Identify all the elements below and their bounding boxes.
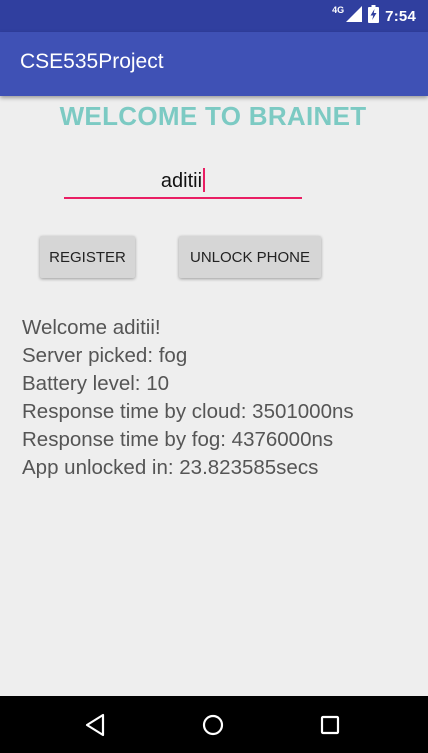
recents-icon[interactable] bbox=[315, 710, 345, 740]
text-cursor bbox=[203, 168, 206, 192]
name-input-value[interactable]: aditii bbox=[161, 170, 202, 192]
name-input[interactable]: aditii bbox=[64, 166, 302, 200]
status-icons: 4G 7:54 bbox=[332, 4, 416, 28]
cloud-response-time-text: Response time by cloud: 3501000ns bbox=[22, 400, 354, 423]
navigation-bar bbox=[0, 696, 428, 753]
name-input-value-row[interactable]: aditii bbox=[64, 168, 302, 193]
signal-icon bbox=[346, 5, 363, 27]
network-type-label: 4G bbox=[332, 5, 345, 15]
clock: 7:54 bbox=[385, 7, 416, 25]
welcome-heading: WELCOME TO BRAINET bbox=[59, 101, 367, 131]
battery-charging-icon bbox=[368, 4, 380, 28]
unlock-time-text: App unlocked in: 23.823585secs bbox=[22, 456, 319, 479]
unlock-phone-button[interactable]: UNLOCK PHONE bbox=[179, 236, 321, 278]
app-bar: CSE535Project bbox=[0, 32, 428, 96]
back-icon[interactable] bbox=[81, 710, 111, 740]
status-bar: 4G 7:54 bbox=[0, 0, 428, 32]
app-title: CSE535Project bbox=[20, 50, 164, 73]
welcome-message: Welcome aditii! bbox=[22, 316, 161, 339]
results-text: Welcome aditii! Server picked: fog Batte… bbox=[22, 314, 354, 482]
register-button[interactable]: REGISTER bbox=[40, 236, 135, 278]
name-input-underline bbox=[64, 197, 302, 199]
server-picked-text: Server picked: fog bbox=[22, 344, 188, 367]
fog-response-time-text: Response time by fog: 4376000ns bbox=[22, 428, 334, 451]
battery-level-text: Battery level: 10 bbox=[22, 372, 169, 395]
home-icon[interactable] bbox=[198, 710, 228, 740]
